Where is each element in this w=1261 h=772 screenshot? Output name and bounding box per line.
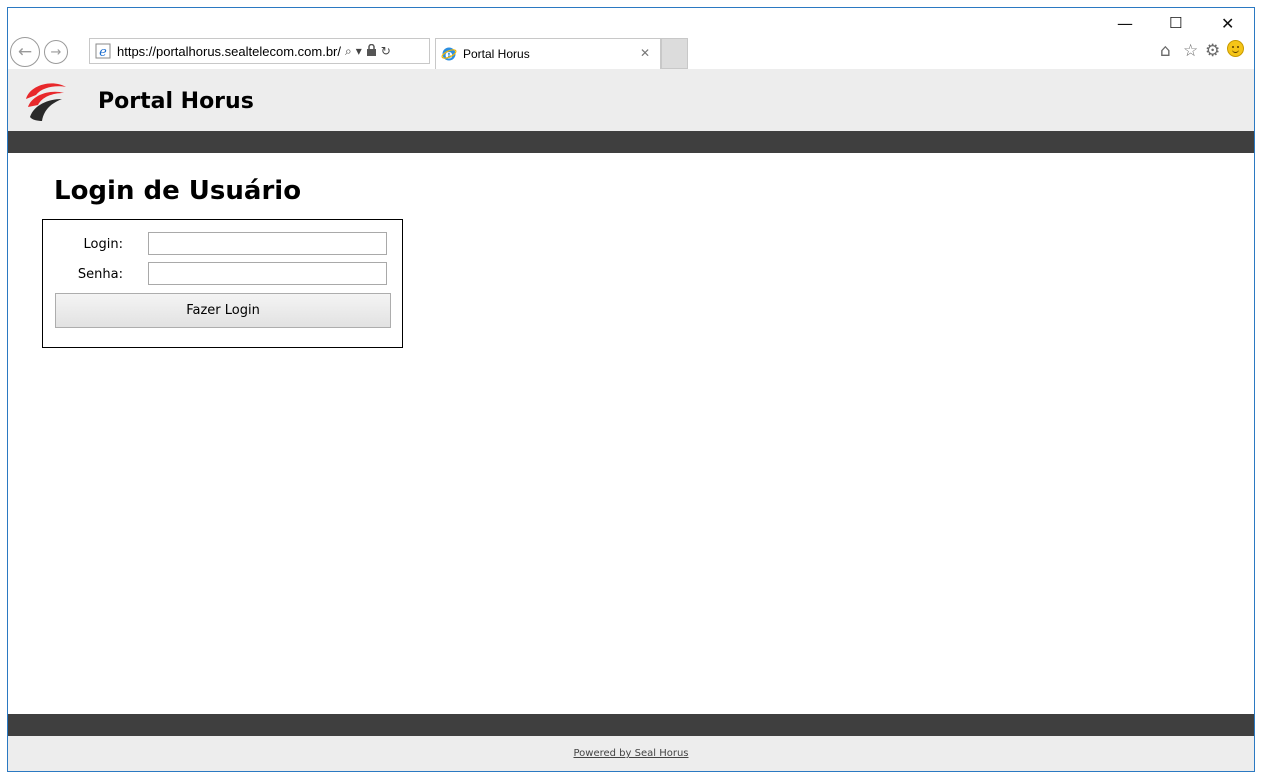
senha-input[interactable] [148, 262, 387, 285]
back-button[interactable]: ← [10, 37, 40, 67]
login-form: Login: Senha: Fazer Login [42, 219, 403, 348]
login-label: Login: [83, 237, 123, 252]
favorites-icon[interactable]: ☆ [1183, 41, 1198, 61]
feedback-smiley-icon[interactable] [1227, 40, 1244, 57]
fazer-login-button[interactable]: Fazer Login [55, 293, 391, 328]
site-header: Portal Horus [8, 69, 1254, 131]
settings-icon[interactable]: ⚙ [1205, 41, 1220, 61]
ie-icon: e [440, 45, 458, 63]
search-icon[interactable]: ⌕ [345, 44, 352, 59]
portal-horus-logo [26, 83, 66, 121]
refresh-icon[interactable]: ↻ [381, 44, 391, 58]
footer-divider-bar [8, 714, 1254, 736]
page-icon: e [94, 42, 112, 60]
header-divider-bar [8, 131, 1254, 153]
login-input[interactable] [148, 232, 387, 255]
powered-by-link[interactable]: Powered by Seal Horus [8, 748, 1254, 759]
forward-arrow-icon: → [50, 44, 62, 60]
close-tab-icon[interactable]: ✕ [640, 46, 650, 60]
url-text[interactable]: https://portalhorus.sealtelecom.com.br/ [117, 44, 341, 59]
maximize-button[interactable]: ☐ [1169, 14, 1182, 32]
minimize-button[interactable]: — [1117, 14, 1133, 33]
tab-title: Portal Horus [463, 47, 530, 61]
close-window-button[interactable]: ✕ [1221, 14, 1234, 33]
dropdown-icon[interactable]: ▾ [356, 44, 362, 58]
lock-icon[interactable] [366, 43, 377, 59]
page-title: Login de Usuário [54, 176, 302, 206]
footer: Powered by Seal Horus [8, 736, 1254, 771]
browser-window: ← → e https://portalhorus.sealtelecom.co… [7, 7, 1255, 772]
browser-chrome: ← → e https://portalhorus.sealtelecom.co… [8, 8, 1254, 69]
senha-label: Senha: [77, 267, 123, 282]
home-icon[interactable]: ⌂ [1160, 41, 1171, 61]
tab-portal-horus[interactable]: e Portal Horus ✕ [435, 38, 661, 69]
back-arrow-icon: ← [17, 42, 33, 62]
forward-button[interactable]: → [44, 40, 68, 64]
address-bar[interactable]: e https://portalhorus.sealtelecom.com.br… [89, 38, 430, 64]
new-tab-button[interactable] [661, 38, 688, 69]
svg-text:e: e [99, 45, 107, 59]
site-title: Portal Horus [98, 89, 254, 114]
